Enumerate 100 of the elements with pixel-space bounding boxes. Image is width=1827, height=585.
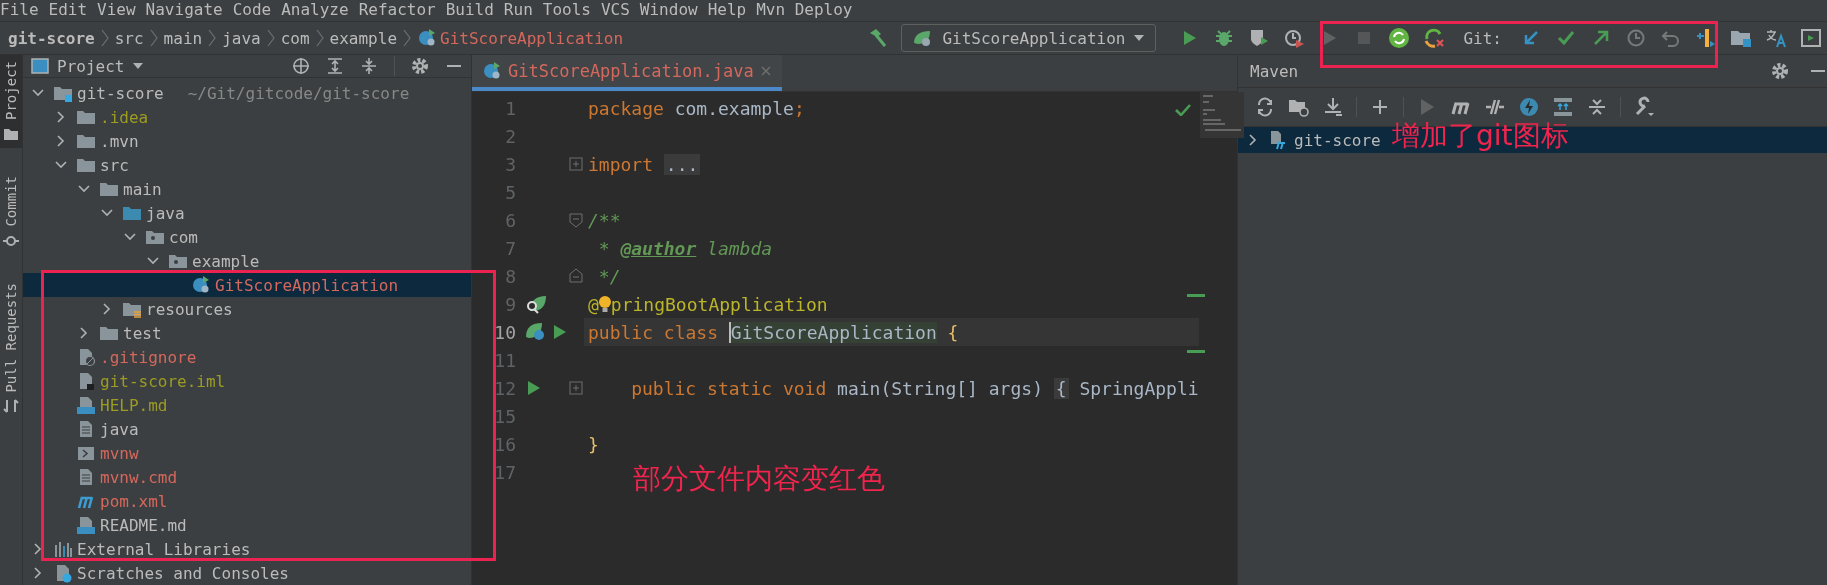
menu-item[interactable]: Edit	[48, 0, 88, 21]
change-marker	[1186, 294, 1205, 297]
expand-all-icon[interactable]	[326, 57, 344, 75]
maven-panel-title: Maven	[1250, 61, 1299, 81]
tree-item-label[interactable]: main	[123, 179, 162, 199]
caret-icon	[132, 62, 145, 70]
chevron-icon	[208, 28, 217, 48]
chevron-icon	[100, 28, 109, 48]
code-line: @ pringBootApplication	[587, 292, 828, 317]
code-line: package com.example;	[587, 96, 805, 121]
menu-item[interactable]: Analyze	[281, 0, 349, 21]
line-number: 5	[504, 181, 516, 203]
checkmark-icon	[1174, 104, 1191, 116]
pull-icon	[3, 398, 19, 415]
tree-item-label[interactable]: mvnw.cmd	[100, 467, 178, 487]
tree-item-label[interactable]: External Libraries	[77, 539, 251, 559]
tree-item-label[interactable]: src	[100, 155, 129, 175]
tree-item-label[interactable]: example	[192, 251, 260, 271]
tree-item-label[interactable]: com	[169, 227, 198, 247]
tree-item-label[interactable]: pom.xml	[100, 491, 168, 511]
side-tab[interactable]: Project	[0, 55, 22, 148]
caret-icon	[1133, 34, 1146, 42]
annotation-text: 部分文件内容变红色	[633, 461, 885, 497]
menu-item[interactable]: Window	[639, 0, 698, 21]
sync-x-icon[interactable]	[1422, 26, 1447, 50]
code-line: * @author lambda	[597, 236, 773, 261]
tree-item-label[interactable]: resources	[146, 299, 233, 319]
fold-marker-icon[interactable]	[569, 268, 583, 284]
menu-item[interactable]: Refactor	[358, 0, 436, 21]
locate-icon[interactable]	[292, 57, 310, 75]
fold-marker-icon[interactable]	[569, 212, 583, 228]
breadcrumb-item[interactable]: com	[280, 28, 310, 48]
chevron-icon	[149, 28, 158, 48]
tree-item-label[interactable]: java	[100, 419, 139, 439]
line-number: 15	[493, 405, 516, 427]
line-number: 16	[493, 433, 516, 455]
tree-item-label[interactable]: .mvn	[100, 131, 139, 151]
menu-item[interactable]: Navigate	[145, 0, 223, 21]
line-number: 11	[493, 349, 516, 371]
menu-item[interactable]: VCS	[600, 0, 630, 21]
window-icon[interactable]	[1799, 26, 1823, 50]
breadcrumb-item[interactable]: git-score	[8, 28, 95, 48]
menu-item[interactable]: Code	[232, 0, 272, 21]
tree-item-label[interactable]: README.md	[100, 515, 187, 535]
fold-marker-icon[interactable]	[569, 156, 583, 172]
offline-icon[interactable]	[1518, 96, 1540, 118]
breadcrumb-item[interactable]: java	[222, 28, 261, 48]
chevron-icon	[266, 28, 275, 48]
code-line: public class GitScoreApplication {	[587, 320, 959, 345]
line-number: 6	[504, 209, 516, 231]
collapse-all-icon[interactable]	[360, 57, 378, 75]
line-number: 1	[504, 97, 516, 119]
panel-icon	[31, 58, 49, 74]
fold-marker-icon[interactable]	[569, 380, 583, 396]
line-number: 12	[493, 377, 516, 399]
project-view-dropdown[interactable]: Project	[31, 56, 145, 76]
annotation-text: 增加了git图标	[1392, 118, 1569, 154]
menu-item[interactable]: Run	[503, 0, 533, 21]
side-tab[interactable]: Commit	[0, 170, 22, 255]
breadcrumb-item[interactable]: example	[329, 28, 397, 48]
menu-item[interactable]: View	[97, 0, 136, 21]
file-icon	[76, 395, 96, 415]
code-line: import ...	[587, 152, 701, 177]
lightbulb-icon[interactable]	[597, 293, 612, 315]
sync-icon[interactable]	[1387, 26, 1412, 50]
class-icon	[191, 275, 211, 295]
tree-item-label[interactable]: git-score	[1294, 130, 1381, 150]
tree-item-label[interactable]: git-score.iml	[100, 371, 226, 391]
tree-item-label[interactable]: java	[146, 203, 185, 223]
run-config-dropdown[interactable]: GitScoreApplication	[901, 24, 1157, 52]
chevron-icon	[315, 28, 324, 48]
line-number: 3	[504, 153, 516, 175]
settings-icon[interactable]	[1771, 62, 1789, 80]
class-icon	[417, 28, 437, 48]
chevron-icon	[403, 28, 411, 48]
class-icon	[482, 61, 502, 81]
menu-item[interactable]: Help	[707, 0, 747, 21]
settings-icon[interactable]	[411, 57, 429, 75]
tree-item-label[interactable]: git-score	[77, 83, 164, 103]
tree-item-label[interactable]: mvnw	[100, 443, 139, 463]
breadcrumb-item[interactable]: main	[163, 28, 203, 48]
menu-item[interactable]: Mvn Deploy	[756, 0, 853, 21]
line-number: 9	[504, 293, 516, 315]
menu-item[interactable]: Build	[445, 0, 494, 21]
tree-item-label[interactable]: HELP.md	[100, 395, 168, 415]
tree-item-label[interactable]: .gitignore	[100, 347, 197, 367]
libraries-icon	[53, 539, 73, 559]
breadcrumb-item[interactable]: GitScoreApplication	[417, 28, 624, 48]
menu-item[interactable]: File	[0, 0, 39, 21]
menu-item[interactable]: Tools	[542, 0, 591, 21]
wrench-icon[interactable]	[1633, 96, 1655, 118]
expand-icon[interactable]	[1552, 96, 1574, 118]
breadcrumb-item[interactable]: src	[114, 28, 144, 48]
tree-item-label[interactable]: .idea	[100, 107, 149, 127]
spring-search-icon[interactable]	[524, 293, 548, 315]
download-icon[interactable]	[1322, 96, 1344, 118]
tree-item-label[interactable]: Scratches and Consoles	[77, 563, 289, 583]
side-tab[interactable]: Pull Requests	[0, 276, 22, 421]
line-number: 8	[504, 265, 516, 287]
tree-item-label[interactable]: test	[123, 323, 162, 343]
